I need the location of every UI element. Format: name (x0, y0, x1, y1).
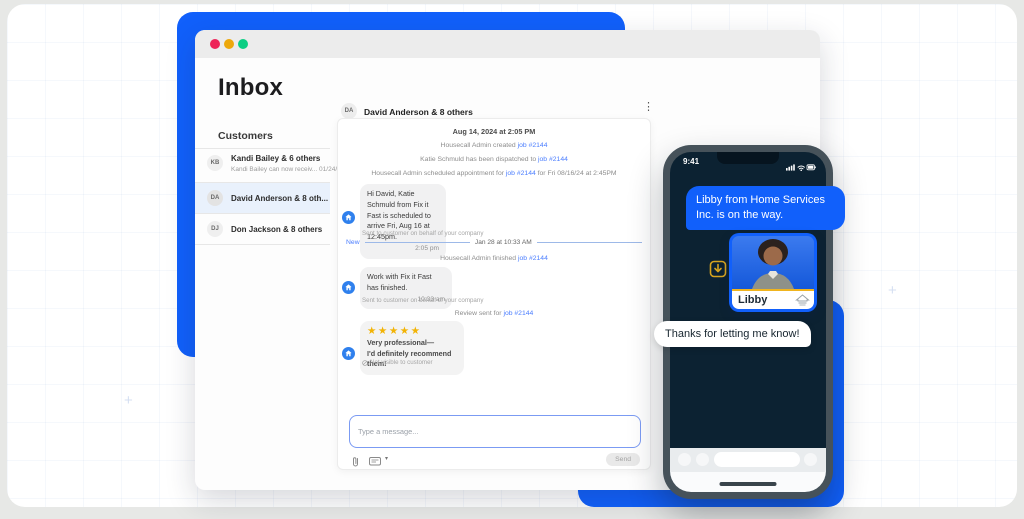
thread-date-header: Aug 14, 2024 at 2:05 PM (338, 127, 650, 136)
phone-input-strip (670, 448, 826, 472)
camera-icon[interactable] (678, 453, 691, 466)
preview-text: Kandi Bailey can now receiv... (231, 166, 317, 173)
avatar: DA (207, 190, 223, 206)
company-avatar-icon (342, 347, 355, 360)
avatar: DJ (207, 221, 223, 237)
chat-header-title: David Anderson & 8 others (364, 107, 473, 117)
job-link[interactable]: job #2144 (503, 310, 533, 317)
sent-caption: Sent to customer on behalf of your compa… (362, 297, 483, 304)
divider-line (537, 242, 642, 243)
avatar: KB (207, 155, 223, 171)
chevron-down-icon[interactable]: ▾ (385, 455, 388, 462)
phone-message-input[interactable] (714, 452, 800, 467)
phone-notch (717, 152, 779, 164)
blocked-icon (362, 360, 368, 366)
job-link[interactable]: job #2144 (538, 156, 568, 163)
system-message: Housecall Admin created job #2144 (338, 142, 650, 149)
minimize-window-button[interactable] (224, 39, 234, 49)
apps-icon[interactable] (696, 453, 709, 466)
message-text: Work with Fix it Fast has finished. (367, 272, 432, 292)
cellular-icon (786, 164, 795, 170)
system-message: Housecall Admin scheduled appointment fo… (338, 170, 650, 177)
phone-outgoing-bubble: Libby from Home Services Inc. is on the … (686, 186, 845, 230)
message-input[interactable] (349, 415, 641, 448)
message-bubble: Hi David, Katie Schmuld from Fix it Fast… (360, 184, 446, 259)
job-link[interactable]: job #2144 (518, 142, 548, 149)
send-button[interactable]: Send (606, 453, 640, 466)
sidebar-item-david-anderson[interactable]: DA David Anderson & 8 oth... (195, 183, 330, 213)
chat-thread[interactable]: Aug 14, 2024 at 2:05 PM Housecall Admin … (337, 118, 651, 470)
home-indicator (720, 482, 777, 486)
company-avatar-icon (342, 281, 355, 294)
kebab-menu-icon[interactable]: ⋮ (643, 100, 654, 113)
system-text: for Fri 08/16/24 at 2:45PM (536, 170, 617, 177)
conversation-title: Don Jackson & 8 others (231, 225, 322, 234)
company-avatar-icon (342, 211, 355, 224)
status-bar-time: 9:41 (683, 157, 699, 166)
system-message: Housecall Admin finished job #2144 (338, 255, 650, 262)
star-rating: ★★★★★ (367, 325, 422, 337)
not-visible-caption: Not visible to customer (362, 359, 433, 366)
composer-toolbar: ▾ Send (351, 453, 640, 467)
review-line1: Very professional— (367, 338, 434, 347)
conversation-title: David Anderson & 8 oth... (231, 194, 328, 203)
company-logo-icon (795, 294, 810, 307)
new-label: New (346, 239, 360, 246)
system-text: Housecall Admin scheduled appointment fo… (371, 170, 506, 177)
job-link[interactable]: job #2144 (518, 255, 548, 262)
system-text: Katie Schmuld has been dispatched to (420, 156, 538, 163)
zoom-window-button[interactable] (238, 39, 248, 49)
system-text: Review sent for (455, 310, 504, 317)
customers-header: Customers (218, 130, 273, 142)
wifi-icon (798, 166, 804, 171)
divider (195, 244, 330, 245)
chat-header-avatar: DA (341, 103, 357, 119)
attachment-icon[interactable] (351, 454, 360, 472)
technician-name: Libby (738, 294, 767, 306)
decor-cross: + (888, 283, 897, 298)
review-bubble: ★★★★★ Very professional— I'd definitely … (360, 321, 464, 375)
new-messages-divider: New Jan 28 at 10:33 AM (346, 239, 642, 246)
close-window-button[interactable] (210, 39, 220, 49)
divider-line (365, 242, 470, 243)
conversation-title: Kandi Bailey & 6 others (231, 154, 320, 163)
decor-cross: + (124, 393, 133, 408)
job-link[interactable]: job #2144 (506, 170, 536, 177)
phone-keyboard-bar (670, 448, 826, 492)
sidebar-item-don-jackson[interactable]: DJ Don Jackson & 8 others (195, 214, 330, 244)
status-bar-icons (786, 158, 816, 176)
system-message: Katie Schmuld has been dispatched to job… (338, 156, 650, 163)
technician-profile-card: Libby (729, 233, 817, 312)
phone-incoming-bubble: Thanks for letting me know! (654, 321, 811, 347)
system-message: Review sent for job #2144 (338, 310, 650, 317)
download-icon[interactable] (709, 260, 727, 278)
message-type-icon[interactable] (369, 454, 381, 472)
system-text: Housecall Admin finished (440, 255, 518, 262)
sidebar-item-kandi-bailey[interactable]: KB Kandi Bailey & 6 others Kandi Bailey … (195, 149, 330, 182)
sent-caption: Sent to customer on behalf of your compa… (362, 230, 483, 237)
divider-date: Jan 28 at 10:33 AM (475, 239, 532, 246)
battery-icon (807, 165, 816, 170)
technician-name-band: Libby (732, 289, 814, 309)
system-text: Housecall Admin created (441, 142, 518, 149)
page-title: Inbox (218, 74, 283, 102)
technician-photo (732, 236, 814, 289)
mic-icon[interactable] (804, 453, 817, 466)
window-titlebar (195, 30, 820, 58)
caption-text: Not visible to customer (370, 359, 433, 366)
stage: + + + + Inbox Customers KB Kandi Bailey … (0, 0, 1024, 519)
conversation-preview: Kandi Bailey can now receiv... 01/24/25 (231, 166, 344, 173)
